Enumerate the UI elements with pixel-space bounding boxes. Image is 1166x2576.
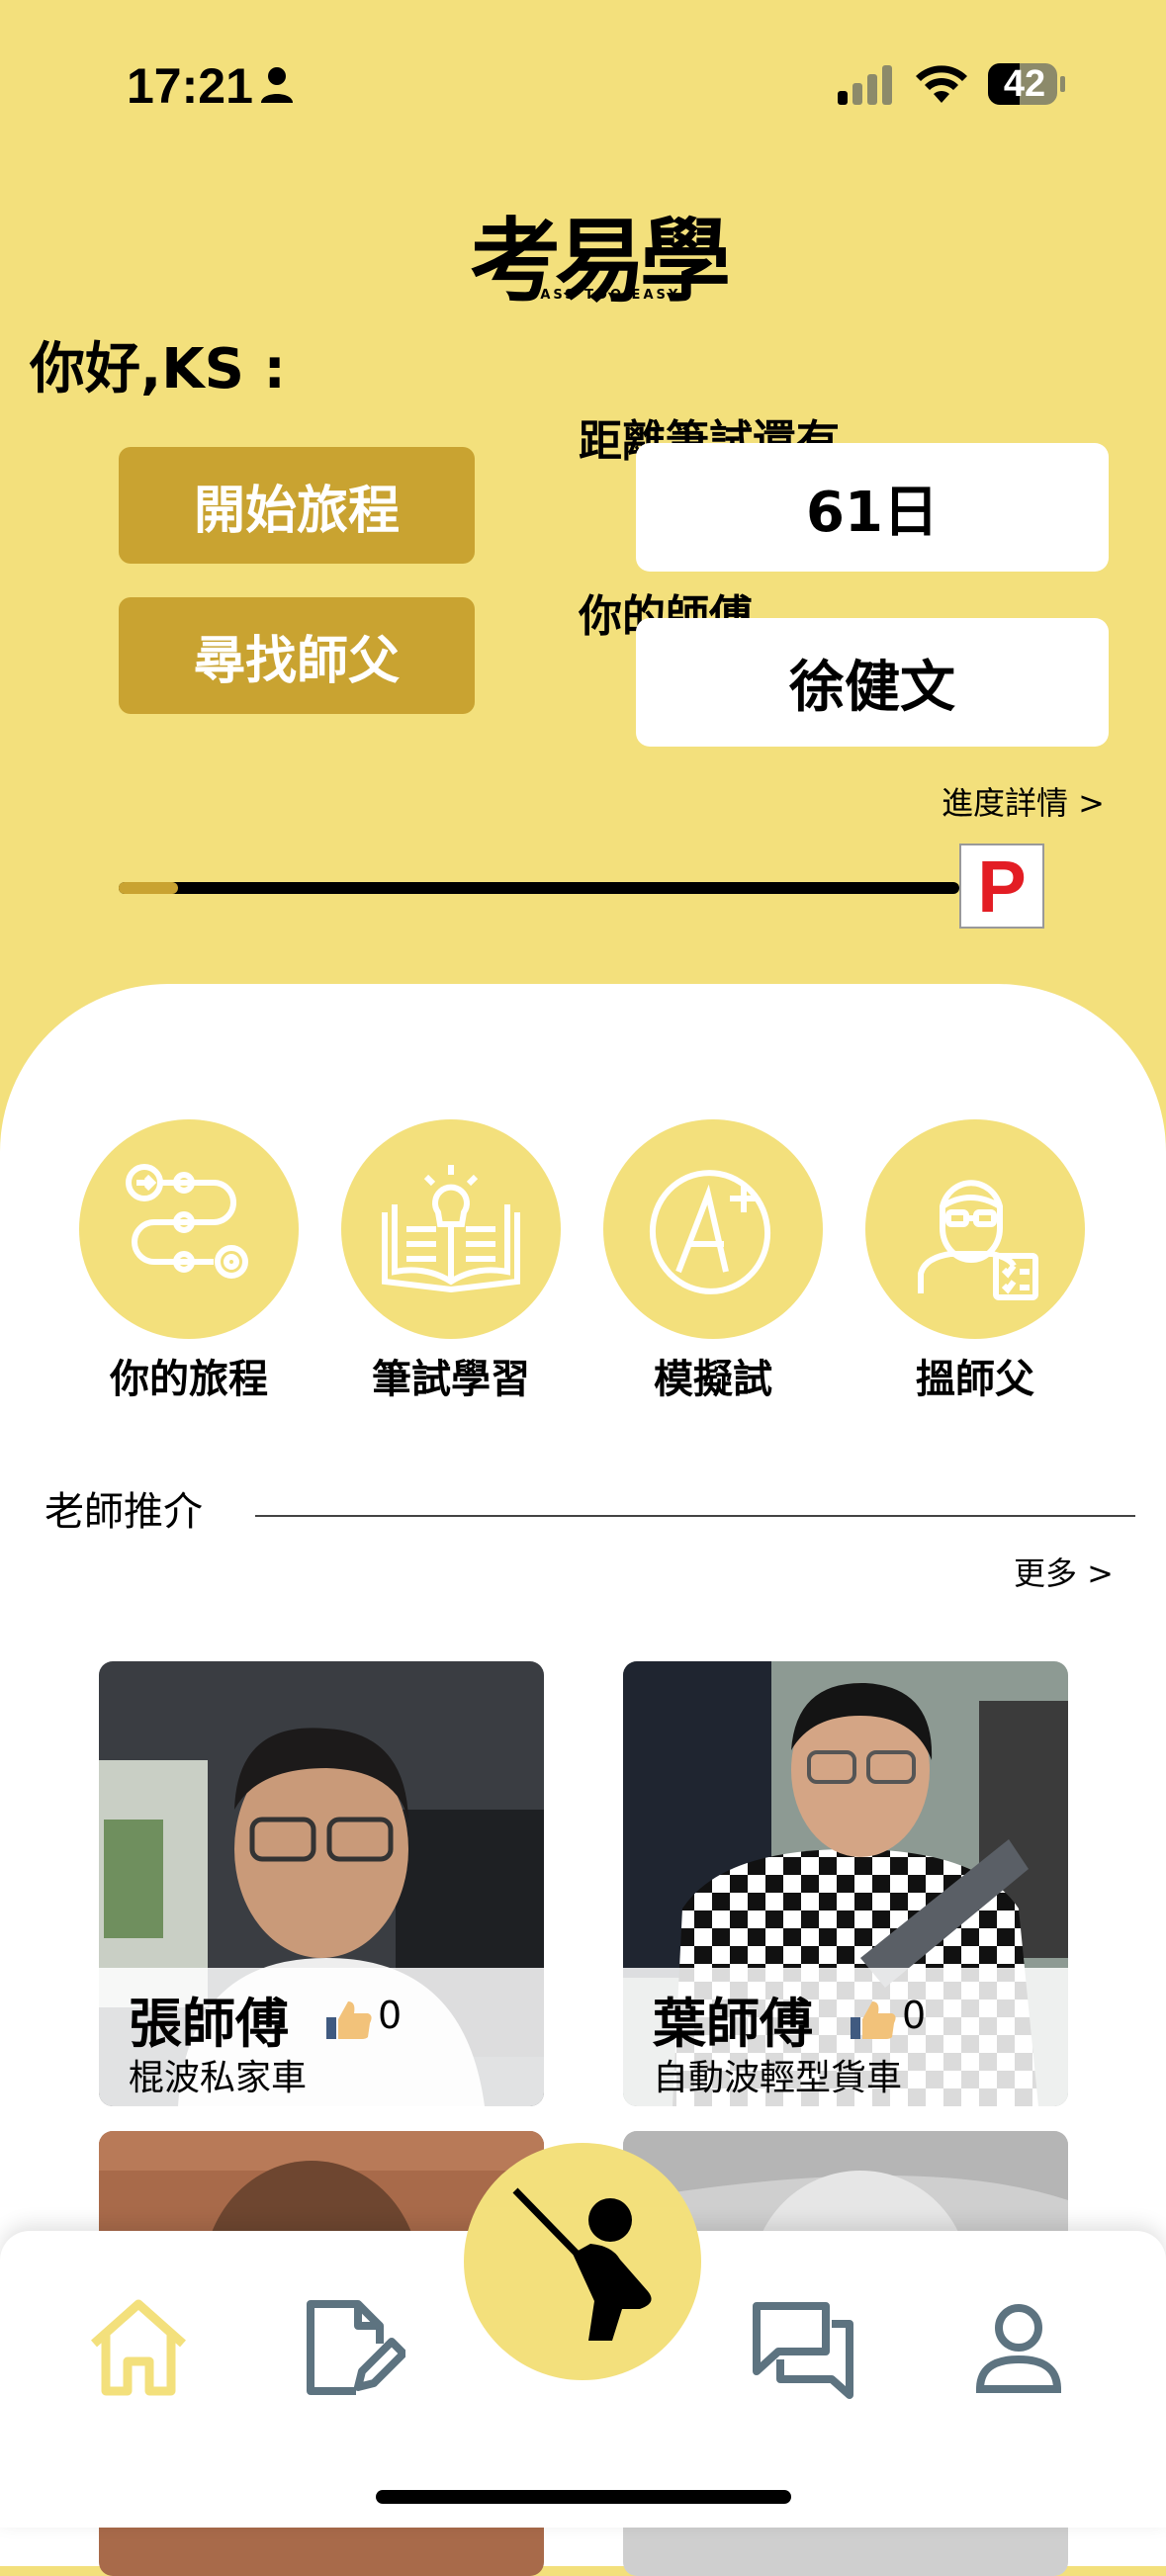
teacher-info: 葉師傅 0 自動波輕型貨車	[623, 1968, 1068, 2106]
feature-label: 筆試學習	[372, 1357, 530, 1402]
teacher-name: 張師傅	[129, 1993, 289, 2055]
like-count: 0	[378, 1994, 403, 2037]
book-lightbulb-icon	[341, 1119, 561, 1339]
person-status-icon	[261, 67, 293, 103]
start-journey-button[interactable]: 開始旅程	[119, 447, 475, 564]
cellular-signal-icon	[838, 65, 892, 105]
teacher-name: 葉師傅	[653, 1993, 813, 2055]
thumbs-up-icon[interactable]	[849, 1998, 898, 2041]
section-divider	[255, 1515, 1135, 1517]
grade-a-plus-icon	[603, 1119, 823, 1339]
battery-level: 42	[1003, 63, 1046, 105]
home-icon[interactable]	[84, 2294, 193, 2403]
p-plate-icon: P	[959, 844, 1044, 929]
section-title-teachers: 老師推介	[45, 1489, 203, 1535]
master-name: 徐健文	[636, 618, 1109, 747]
edit-note-icon[interactable]	[297, 2294, 405, 2403]
home-indicator	[376, 2490, 791, 2504]
teacher-vehicle-type: 棍波私家車	[129, 2058, 308, 2098]
teacher-info: 張師傅 0 棍波私家車	[99, 1968, 544, 2106]
progress-bar	[119, 882, 959, 894]
exam-countdown-value: 61日	[636, 443, 1109, 572]
teacher-card[interactable]: 葉師傅 0 自動波輕型貨車	[623, 1661, 1068, 2106]
feature-your-journey[interactable]: 你的旅程	[79, 1119, 299, 1404]
find-master-button[interactable]: 尋找師父	[119, 597, 475, 714]
thumbs-up-icon[interactable]	[324, 1998, 374, 2041]
teacher-vehicle-type: 自動波輕型貨車	[653, 2058, 903, 2098]
profile-icon[interactable]	[964, 2294, 1073, 2403]
instructor-clipboard-icon	[865, 1119, 1085, 1339]
feature-label: 搵師父	[916, 1357, 1034, 1402]
journey-route-icon	[79, 1119, 299, 1339]
feature-written-study[interactable]: 筆試學習	[341, 1119, 561, 1404]
more-teachers-link[interactable]: 更多 >	[1014, 1549, 1114, 1594]
teacher-pointer-icon	[512, 2187, 652, 2341]
progress-bar-fill	[119, 882, 178, 894]
feature-label: 模擬試	[654, 1357, 772, 1402]
progress-details-link[interactable]: 進度詳情 >	[942, 778, 1105, 824]
chat-icon[interactable]	[749, 2294, 857, 2403]
teacher-pointer-button[interactable]	[464, 2143, 701, 2380]
feature-label: 你的旅程	[110, 1357, 268, 1402]
like-count: 0	[902, 1994, 927, 2037]
feature-find-master[interactable]: 搵師父	[865, 1119, 1085, 1404]
teacher-card[interactable]: 張師傅 0 棍波私家車	[99, 1661, 544, 2106]
app-logo-tagline: PASS TOO EASY	[529, 288, 681, 303]
status-time: 17:21	[127, 58, 253, 114]
wifi-icon	[916, 65, 967, 103]
feature-mock-exam[interactable]: 模擬試	[603, 1119, 823, 1404]
greeting: 你好,KS :	[30, 337, 286, 401]
